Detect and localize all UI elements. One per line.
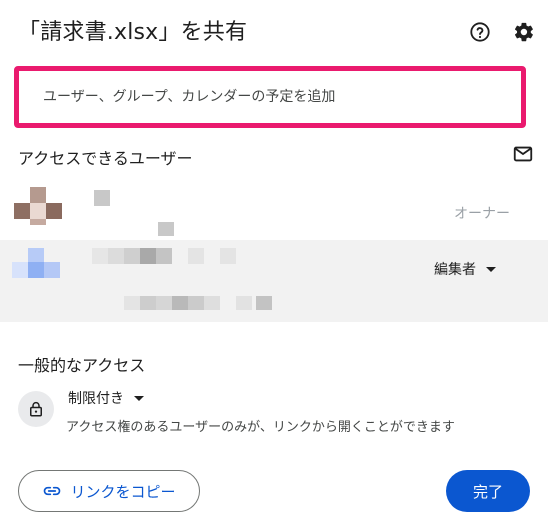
dropdown-arrow-icon bbox=[134, 395, 144, 401]
dialog-title: 「請求書.xlsx」を共有 bbox=[18, 20, 248, 45]
dropdown-arrow-icon bbox=[486, 266, 496, 272]
mail-icon[interactable] bbox=[512, 143, 534, 165]
copy-link-label: リンクをコピー bbox=[70, 482, 176, 501]
done-button[interactable]: 完了 bbox=[446, 470, 530, 512]
copy-link-button[interactable]: リンクをコピー bbox=[18, 470, 200, 512]
owner-role: オーナー bbox=[454, 206, 510, 222]
add-people-field[interactable] bbox=[14, 66, 526, 128]
general-access-description: アクセス権のあるユーザーのみが、リンクから開くことができます bbox=[66, 420, 455, 435]
help-circle-icon[interactable] bbox=[468, 20, 492, 44]
add-people-input[interactable] bbox=[41, 88, 521, 106]
general-access-setting: 制限付き bbox=[68, 391, 124, 407]
gear-icon[interactable] bbox=[512, 20, 536, 44]
link-icon bbox=[44, 486, 61, 496]
editor-row[interactable] bbox=[0, 240, 548, 322]
lock-icon bbox=[18, 391, 54, 427]
general-access-heading: 一般的なアクセス bbox=[18, 356, 146, 375]
editor-role-label: 編集者 bbox=[434, 262, 476, 278]
general-access-dropdown[interactable]: 制限付き bbox=[68, 388, 144, 408]
editor-role-dropdown[interactable]: 編集者 bbox=[434, 259, 496, 279]
people-with-access-heading: アクセスできるユーザー bbox=[18, 149, 193, 168]
